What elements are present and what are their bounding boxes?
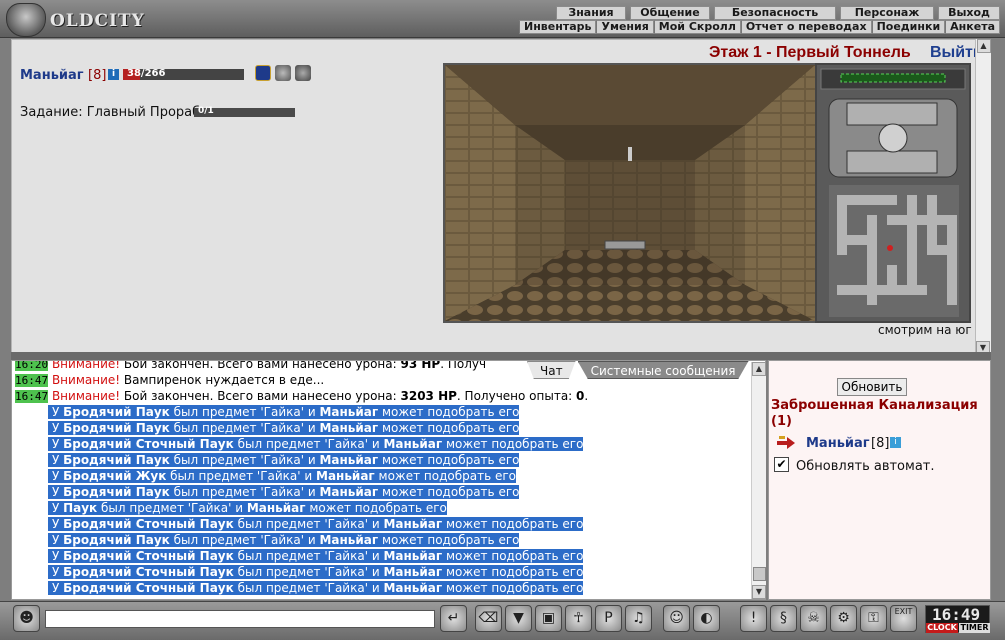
armor-icon[interactable] xyxy=(275,65,291,81)
logo-emblem-icon xyxy=(6,3,46,37)
hp-bar: 38/266 xyxy=(123,68,244,80)
helmet-toolbar-icon[interactable]: ◐ xyxy=(693,605,720,632)
chat-drop-line: 16:47 У Бродячий Сточный Паук был предме… xyxy=(15,549,584,563)
tab-system-messages[interactable]: Системные сообщения xyxy=(577,361,749,379)
main-scrollbar[interactable]: ▲ ▼ xyxy=(975,39,991,355)
drop-lines: 16:47 У Бродячий Паук был предмет 'Гайка… xyxy=(12,404,765,596)
scroll-map-icon[interactable]: § xyxy=(770,605,797,632)
chat-drop-line: 16:47 У Бродячий Паук был предмет 'Гайка… xyxy=(15,453,520,467)
menu-security[interactable]: Безопасность xyxy=(714,6,836,20)
menu-profile[interactable]: Анкета xyxy=(945,20,1000,34)
chat-input[interactable] xyxy=(45,610,435,628)
refresh-button[interactable]: Обновить xyxy=(837,378,907,396)
chat-drop-line: 16:47 У Бродячий Сточный Паук был предме… xyxy=(15,565,584,579)
exclamation-icon[interactable]: ! xyxy=(740,605,767,632)
eraser-icon[interactable]: ⌫ xyxy=(475,605,502,632)
main-panel: Этаж 1 - Первый Тоннель Выйти Маньйаг [8… xyxy=(11,39,991,355)
lock-icon[interactable]: ⚿ xyxy=(860,605,887,632)
quest-progress-bar: 0/1 xyxy=(194,106,295,117)
menu-duels[interactable]: Поединки xyxy=(871,20,946,34)
attack-icon[interactable] xyxy=(777,436,795,450)
emotes-icon[interactable]: ☺ xyxy=(663,605,690,632)
location-title: Этаж 1 - Первый Тоннель xyxy=(709,44,911,61)
clock-time: 16:49 xyxy=(932,605,981,624)
dungeon-corridor-image xyxy=(445,65,815,321)
dungeon-viewport[interactable] xyxy=(443,63,817,323)
chat-scroll-up-icon[interactable]: ▲ xyxy=(752,362,766,376)
save-icon[interactable]: ▣ xyxy=(535,605,562,632)
clock-widget[interactable]: 16:49 CLOCK TIMER xyxy=(925,605,990,633)
online-player-level: [8] xyxy=(871,436,890,451)
chat-scroll-thumb[interactable] xyxy=(753,567,766,581)
clock-label: CLOCK xyxy=(926,623,958,633)
timer-label: TIMER xyxy=(959,623,990,633)
chat-drop-line: 16:47 У Бродячий Сточный Паук был предме… xyxy=(15,581,584,595)
online-player-name[interactable]: Маньйаг xyxy=(806,436,870,451)
hp-text: 38/266 xyxy=(127,68,166,79)
menu-communication[interactable]: Общение xyxy=(630,6,710,20)
chat-log[interactable]: 16:20 Внимание! Бой закончен. Всего вами… xyxy=(11,360,766,600)
player-name[interactable]: Маньйаг xyxy=(20,68,84,83)
chat-drop-line: 16:47 У Бродячий Паук был предмет 'Гайка… xyxy=(15,421,520,435)
private-icon[interactable]: P xyxy=(595,605,622,632)
sound-icon[interactable]: ♫ xyxy=(625,605,652,632)
chat-scroll-down-icon[interactable]: ▼ xyxy=(752,585,766,599)
main-menu: Знания Общение Безопасность Персонаж Вых… xyxy=(552,6,1000,20)
exit-game-icon[interactable]: EXIT xyxy=(890,605,917,632)
chat-drop-line: 16:47 У Бродячий Паук был предмет 'Гайка… xyxy=(15,405,520,419)
tab-chat[interactable]: Чат xyxy=(527,361,576,379)
panel-divider[interactable] xyxy=(11,352,991,360)
send-icon[interactable]: ↵ xyxy=(440,605,467,632)
chat-drop-line: 16:47 У Бродячий Паук был предмет 'Гайка… xyxy=(15,485,520,499)
chat-line: 16:47 Внимание! Бой закончен. Всего вами… xyxy=(15,389,589,403)
online-player-info-icon[interactable]: i xyxy=(890,437,901,448)
menu-knowledge[interactable]: Знания xyxy=(556,6,626,20)
auto-refresh-checkbox[interactable]: ✔ xyxy=(774,457,789,472)
magic-book-icon[interactable] xyxy=(255,65,271,81)
top-header: OLDCITY Знания Общение Безопасность Перс… xyxy=(0,0,1005,38)
chat-tabs: Чат Системные сообщения xyxy=(527,361,751,379)
chat-drop-line: 16:47 У Бродячий Сточный Паук был предме… xyxy=(15,437,584,451)
chat-drop-line: 16:47 У Бродячий Жук был предмет 'Гайка'… xyxy=(15,469,517,483)
navigation-compass xyxy=(820,68,966,317)
chat-scrollbar[interactable]: ▲ ▼ xyxy=(751,362,766,599)
direction-text: смотрим на юг xyxy=(878,323,972,337)
auto-refresh-label: Обновлять автомат. xyxy=(796,459,935,474)
helmet-icon[interactable] xyxy=(295,65,311,81)
menu-my-scroll[interactable]: Мой Скролл xyxy=(653,20,741,34)
chat-drop-line: 16:47 У Бродячий Сточный Паук был предме… xyxy=(15,517,584,531)
chat-drop-line: 16:47 У Бродячий Паук был предмет 'Гайка… xyxy=(15,533,520,547)
walk-icon[interactable]: ☥ xyxy=(565,605,592,632)
menu-character[interactable]: Персонаж xyxy=(840,6,934,20)
smiley-face-icon[interactable]: ☻ xyxy=(13,605,40,632)
quest-progress-text: 0/1 xyxy=(198,106,214,116)
quest-label: Задание: Главный Прораб xyxy=(20,105,201,120)
chat-drop-line: 16:47 У Паук был предмет 'Гайка' и Маньй… xyxy=(15,501,447,515)
player-level: [8] xyxy=(88,68,107,83)
player-info-icon[interactable]: i xyxy=(108,69,119,80)
menu-transfer-report[interactable]: Отчет о переводах xyxy=(740,20,872,34)
scroll-up-icon[interactable]: ▲ xyxy=(976,39,991,53)
logo-text: OLDCITY xyxy=(50,11,145,31)
menu-inventory[interactable]: Инвентарь xyxy=(519,20,597,34)
room-name: Заброшенная Канализация (1) xyxy=(771,398,978,429)
menu-skills[interactable]: Умения xyxy=(596,20,654,34)
settings-icon[interactable]: ⚙ xyxy=(830,605,857,632)
navigation-panel xyxy=(815,63,971,323)
sub-menu: Инвентарь Умения Мой Скролл Отчет о пере… xyxy=(519,20,1000,34)
logo: OLDCITY xyxy=(6,3,144,37)
online-panel: Обновить Заброшенная Канализация (1) Ман… xyxy=(768,360,991,600)
filter-icon[interactable]: ▼ xyxy=(505,605,532,632)
menu-exit[interactable]: Выход xyxy=(938,6,1000,20)
mask-icon[interactable]: ☠ xyxy=(800,605,827,632)
bottom-toolbar: ☻ ↵ ⌫ ▼ ▣ ☥ P ♫ ☺ ◐ ! § ☠ ⚙ ⚿ EXIT 16:49… xyxy=(0,601,1005,640)
